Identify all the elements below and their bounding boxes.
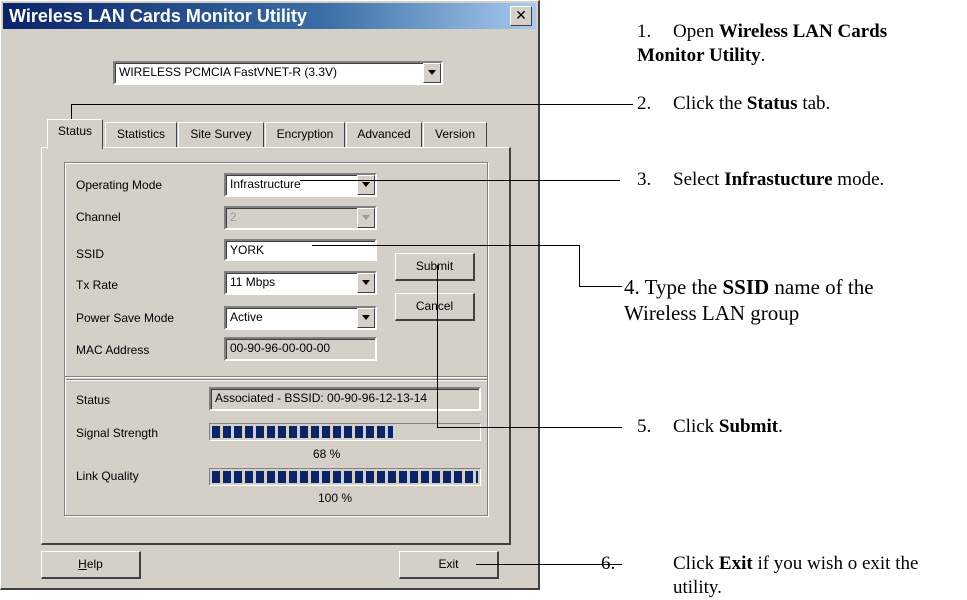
link-quality-percent: 100 % bbox=[318, 491, 353, 505]
adapter-select[interactable]: WIRELESS PCMCIA FastVNET-R (3.3V) bbox=[113, 61, 443, 85]
tab-status[interactable]: Status bbox=[47, 119, 103, 149]
callout-line-step3 bbox=[300, 180, 620, 181]
step-1: 1. Open Wireless LAN Cards Monitor Utilit… bbox=[637, 21, 888, 66]
ssid-label: SSID bbox=[76, 247, 105, 261]
link-quality-fill bbox=[212, 471, 478, 483]
status-label: Status bbox=[76, 393, 111, 407]
callout-line-step5a bbox=[437, 265, 438, 428]
signal-strength-percent: 68 % bbox=[313, 447, 341, 461]
step-2: 2. Click the Status tab. bbox=[637, 93, 831, 114]
tx-rate-label: Tx Rate bbox=[76, 278, 119, 292]
tab-encryption[interactable]: Encryption bbox=[265, 122, 345, 148]
signal-strength-meter bbox=[209, 423, 481, 441]
mac-address-label: MAC Address bbox=[76, 343, 150, 357]
step-5: 5. Click Submit. bbox=[637, 416, 783, 437]
operating-mode-label: Operating Mode bbox=[76, 178, 163, 192]
mac-address-field: 00-90-96-00-00-00 bbox=[224, 337, 377, 361]
callout-line-step5b bbox=[437, 427, 622, 428]
power-save-select[interactable]: Active bbox=[224, 306, 377, 330]
chevron-down-icon[interactable] bbox=[357, 175, 375, 195]
tx-rate-select[interactable]: 11 Mbps bbox=[224, 271, 377, 295]
step-6: 6. Click Exit if you wish o exit the util… bbox=[601, 553, 919, 598]
power-save-label: Power Save Mode bbox=[76, 311, 175, 325]
channel-label: Channel bbox=[76, 210, 121, 224]
window-title: Wireless LAN Cards Monitor Utility bbox=[9, 6, 307, 26]
callout-line-step2 bbox=[71, 104, 633, 105]
tab-version[interactable]: Version bbox=[423, 122, 487, 148]
tab-advanced[interactable]: Advanced bbox=[346, 122, 422, 148]
title-bar[interactable]: Wireless LAN Cards Monitor Utility ✕ bbox=[3, 3, 536, 29]
ssid-input[interactable]: YORK bbox=[224, 239, 377, 261]
chevron-down-icon[interactable] bbox=[357, 273, 375, 293]
link-quality-label: Link Quality bbox=[76, 469, 139, 483]
close-icon[interactable]: ✕ bbox=[510, 6, 532, 26]
status-value-field: Associated - BSSID: 00-90-96-12-13-14 bbox=[209, 387, 481, 411]
link-quality-meter bbox=[209, 468, 481, 486]
operating-mode-select[interactable]: Infrastructure bbox=[224, 173, 377, 197]
chevron-down-icon bbox=[357, 208, 375, 228]
tab-site-survey[interactable]: Site Survey bbox=[178, 122, 264, 148]
step-3: 3. Select Infrastucture mode. bbox=[637, 169, 885, 190]
help-button[interactable]: Help bbox=[41, 551, 141, 579]
signal-strength-fill bbox=[212, 426, 393, 438]
callout-line-step4b bbox=[579, 245, 580, 287]
channel-select: 2 bbox=[224, 206, 377, 230]
signal-strength-label: Signal Strength bbox=[76, 426, 159, 440]
submit-button[interactable]: Submit bbox=[395, 253, 475, 281]
callout-line-step4a bbox=[312, 245, 580, 246]
monitor-utility-window: Wireless LAN Cards Monitor Utility ✕ WIR… bbox=[0, 0, 540, 590]
chevron-down-icon[interactable] bbox=[423, 63, 441, 83]
step-4: 4. Type the SSID name of the Wireless LA… bbox=[624, 275, 874, 325]
adapter-select-value: WIRELESS PCMCIA FastVNET-R (3.3V) bbox=[119, 65, 338, 79]
tab-statistics[interactable]: Statistics bbox=[105, 122, 177, 148]
cancel-button[interactable]: Cancel bbox=[395, 293, 475, 321]
callout-line-step4c bbox=[579, 286, 622, 287]
exit-button[interactable]: Exit bbox=[399, 551, 499, 579]
chevron-down-icon[interactable] bbox=[357, 308, 375, 328]
